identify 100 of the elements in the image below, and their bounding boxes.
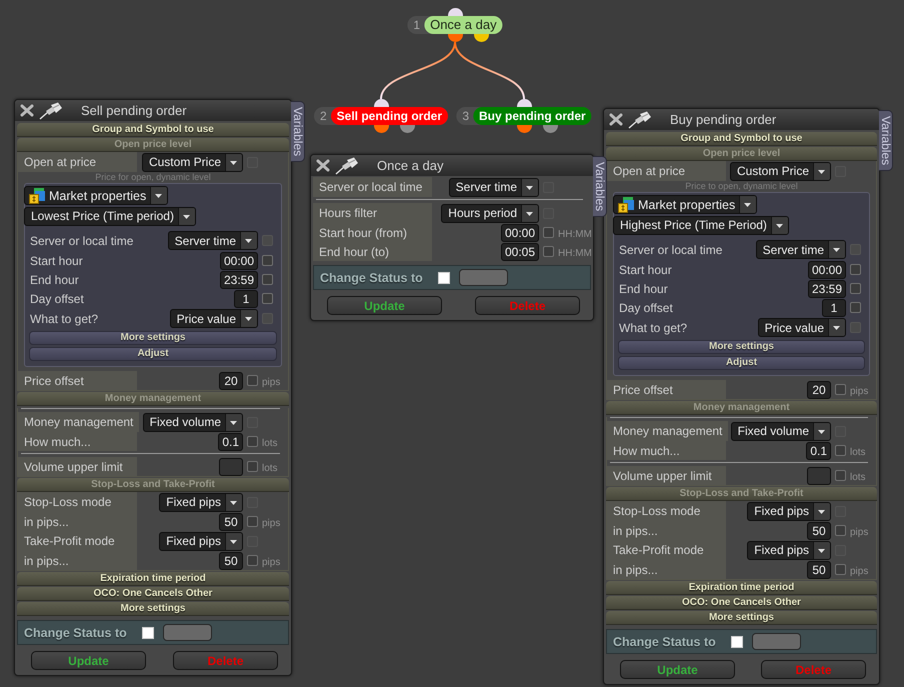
checkbox[interactable] bbox=[247, 375, 258, 386]
checkbox[interactable] bbox=[262, 293, 273, 304]
status-input-field[interactable] bbox=[162, 624, 212, 641]
input-field[interactable]: 00:00 bbox=[500, 224, 539, 242]
hint-text: Price to open, dynamic level bbox=[684, 181, 799, 192]
caret-icon bbox=[240, 310, 257, 327]
dropdown[interactable]: Price value bbox=[170, 309, 258, 328]
dropdown[interactable]: Fixed volume bbox=[730, 422, 831, 440]
dropdown[interactable]: Fixed pips bbox=[747, 540, 831, 560]
input-field[interactable]: 1 bbox=[822, 298, 846, 316]
bar-button[interactable]: More settings bbox=[29, 331, 277, 345]
dropdown[interactable]: Market properties bbox=[24, 186, 168, 205]
variables-tab[interactable]: Variables bbox=[879, 110, 893, 171]
checkbox[interactable] bbox=[247, 436, 258, 447]
status-input-field[interactable] bbox=[458, 269, 508, 286]
variables-tab[interactable]: Variables bbox=[593, 156, 607, 217]
input-field[interactable]: 0.1 bbox=[806, 442, 831, 460]
dropdown[interactable]: Custom Price bbox=[730, 162, 831, 180]
input-field[interactable]: 00:00 bbox=[220, 252, 258, 270]
field-label: Take-Profit mode bbox=[607, 540, 726, 560]
section-header[interactable]: Expiration time period bbox=[606, 581, 877, 595]
flow-node[interactable]: 2 Sell pending order bbox=[314, 107, 448, 125]
close-icon[interactable] bbox=[20, 104, 34, 117]
caret-icon bbox=[150, 187, 168, 204]
dropdown[interactable]: Hours period bbox=[441, 204, 539, 222]
close-icon[interactable] bbox=[609, 113, 623, 126]
input-field[interactable] bbox=[219, 458, 243, 476]
caret-icon bbox=[521, 204, 538, 222]
dropdown[interactable]: Fixed volume bbox=[142, 412, 243, 432]
status-input-field[interactable] bbox=[752, 633, 801, 650]
dropdown[interactable]: Fixed pips bbox=[159, 532, 243, 550]
input-field[interactable]: 00:00 bbox=[808, 260, 846, 278]
checkbox[interactable] bbox=[835, 445, 846, 456]
bar-button[interactable]: Adjust bbox=[618, 356, 865, 370]
checkbox[interactable] bbox=[262, 274, 273, 285]
input-field[interactable]: 50 bbox=[807, 560, 831, 578]
checkbox[interactable] bbox=[543, 227, 554, 238]
update-button[interactable]: Update bbox=[327, 296, 442, 315]
dropdown[interactable]: Server time bbox=[448, 178, 539, 196]
checkbox[interactable] bbox=[835, 470, 846, 481]
flow-node[interactable]: 3 Buy pending order bbox=[456, 107, 592, 125]
input-field[interactable]: 0.1 bbox=[218, 432, 243, 450]
input-field[interactable]: 00:05 bbox=[500, 242, 539, 260]
variables-tab[interactable]: Variables bbox=[291, 101, 305, 162]
bar-button[interactable]: More settings bbox=[618, 340, 865, 354]
field-label: Hours filter bbox=[313, 203, 432, 223]
section-header[interactable]: Group and Symbol to use bbox=[17, 123, 289, 137]
input-field[interactable]: 23:59 bbox=[808, 280, 846, 298]
section-header[interactable]: OCO: One Cancels Other bbox=[17, 587, 289, 601]
close-icon[interactable] bbox=[316, 159, 330, 172]
dropdown[interactable]: Highest Price (Time Period) bbox=[613, 216, 789, 234]
pushpin-icon[interactable] bbox=[39, 102, 63, 120]
unit-label: pips bbox=[850, 526, 868, 538]
checkbox[interactable] bbox=[835, 564, 846, 575]
pushpin-icon[interactable] bbox=[335, 156, 359, 174]
dropdown[interactable]: Server time bbox=[168, 231, 258, 250]
section-header[interactable]: More settings bbox=[17, 602, 289, 616]
update-button[interactable]: Update bbox=[620, 660, 735, 679]
caret-icon bbox=[178, 208, 195, 224]
input-field[interactable]: 1 bbox=[234, 290, 258, 308]
input-field[interactable]: 50 bbox=[219, 512, 243, 530]
section-header[interactable]: Group and Symbol to use bbox=[606, 132, 877, 146]
section-header[interactable]: Expiration time period bbox=[17, 572, 289, 586]
section-header[interactable]: OCO: One Cancels Other bbox=[606, 596, 877, 610]
section-header[interactable]: More settings bbox=[606, 611, 877, 625]
checkbox[interactable] bbox=[247, 461, 258, 472]
dropdown[interactable]: Lowest Price (Time period) bbox=[24, 206, 196, 226]
caret-icon bbox=[240, 232, 257, 249]
dropdown[interactable]: Server time bbox=[756, 240, 846, 259]
dropdown[interactable]: Custom Price bbox=[142, 152, 243, 172]
caret-icon bbox=[225, 532, 242, 550]
caret-icon bbox=[828, 319, 845, 336]
input-field[interactable]: 50 bbox=[807, 522, 831, 540]
field-label: Money management bbox=[607, 421, 728, 441]
input-field[interactable]: 20 bbox=[807, 380, 831, 398]
flow-node[interactable]: 1 Once a day bbox=[407, 16, 503, 34]
dropdown[interactable]: Fixed pips bbox=[159, 492, 243, 512]
bar-button[interactable]: Adjust bbox=[29, 347, 277, 361]
dropdown[interactable]: Market properties bbox=[613, 195, 758, 214]
checkbox[interactable] bbox=[835, 384, 846, 395]
checkbox[interactable] bbox=[850, 283, 861, 294]
checkbox[interactable] bbox=[543, 246, 554, 257]
dropdown[interactable]: Fixed pips bbox=[747, 502, 831, 520]
checkbox[interactable] bbox=[262, 255, 273, 266]
dropdown[interactable]: Price value bbox=[758, 318, 846, 337]
unit-label: lots bbox=[850, 446, 866, 458]
checkbox[interactable] bbox=[835, 525, 846, 536]
update-button[interactable]: Update bbox=[31, 651, 146, 670]
node-label: Once a day bbox=[424, 16, 503, 34]
checkbox[interactable] bbox=[247, 516, 258, 527]
input-field[interactable]: 50 bbox=[219, 552, 243, 570]
unit-label: pips bbox=[262, 518, 280, 528]
input-field[interactable]: 20 bbox=[219, 372, 243, 390]
checkbox[interactable] bbox=[850, 264, 861, 275]
input-field[interactable] bbox=[807, 466, 831, 484]
input-field[interactable]: 23:59 bbox=[220, 270, 258, 288]
pushpin-icon[interactable] bbox=[628, 110, 652, 128]
checkbox[interactable] bbox=[247, 555, 258, 566]
unit-label: lots bbox=[262, 438, 278, 448]
checkbox[interactable] bbox=[850, 302, 861, 313]
